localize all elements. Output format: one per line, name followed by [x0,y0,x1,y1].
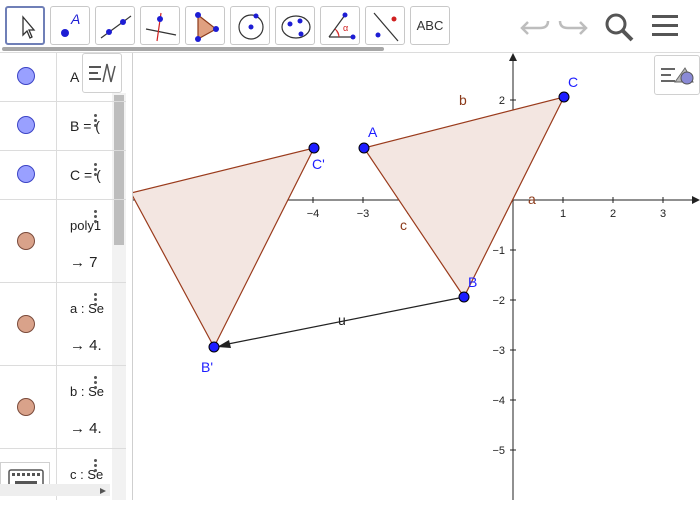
search-icon[interactable] [602,10,636,44]
x-axis-arrow [692,196,700,204]
algebra-row-segment-a[interactable]: a : Se → 4. [0,283,126,366]
y-tick-label: −1 [492,245,505,257]
y-tick-label: −4 [492,395,505,407]
polygon-tool-button[interactable] [185,6,225,45]
algebra-description-icon [89,63,116,83]
perpendicular-line-tool-button[interactable] [140,6,180,45]
algebra-row-b[interactable]: B = ( [0,102,126,151]
visibility-toggle-a[interactable] [17,67,35,85]
y-tick-label: −3 [492,345,505,357]
reflect-tool-button[interactable] [365,6,405,45]
algebra-row-segment-a-text: a : Se [70,301,104,316]
more-options-icon[interactable] [94,210,98,225]
redo-icon[interactable] [556,12,590,40]
x-tick-label: 1 [560,208,566,220]
graphics-canvas[interactable]: −7−6−5−4−3−2−1012321−1−2−3−4−5 A B C C' … [130,53,700,500]
algebra-row-c[interactable]: C = ( [0,151,126,200]
visibility-toggle-poly1[interactable] [17,232,35,250]
angle-icon [328,12,356,40]
style-bar-icon [661,67,694,85]
perpendicular-line-icon [145,12,177,42]
ellipse-icon [281,15,311,39]
visibility-toggle-segment-b[interactable] [17,398,35,416]
point-tool-label: A [71,11,81,27]
algebra-row-segment-a-value: → 4. [70,337,102,354]
angle-tool-button[interactable]: α [320,6,360,45]
point-a[interactable] [358,142,370,154]
point-b-prime[interactable] [208,341,220,353]
y-tick-label: −2 [492,295,505,307]
toolbar: A α ABC [0,0,700,53]
algebra-row-segment-b-value: → 4. [70,420,102,437]
cursor-arrow-icon [22,15,36,39]
y-tick-label: −5 [492,445,505,457]
algebra-view-style-toggle[interactable] [82,53,122,93]
algebra-horizontal-scrollbar[interactable] [0,484,110,496]
toolbar-scrollbar[interactable] [2,47,384,51]
label-point-b-prime: B' [201,359,213,375]
circle-tool-button[interactable] [230,6,270,45]
point-tool-button[interactable]: A [50,6,90,45]
graphics-style-bar-toggle[interactable] [654,55,700,95]
label-point-a: A [368,124,378,140]
polygon-translated[interactable] [130,147,316,349]
conic-tool-button[interactable] [275,6,315,45]
x-tick-label: −4 [307,208,320,220]
visibility-toggle-segment-a[interactable] [17,315,35,333]
label-vector-u: u [338,312,346,328]
angle-tool-label: α [343,23,349,33]
algebra-row-a-text: A [70,69,80,85]
text-tool-button[interactable]: ABC [410,6,450,45]
more-options-icon[interactable] [94,163,98,178]
move-tool-button[interactable] [5,6,45,45]
algebra-row-segment-c-text: c : Se [70,467,104,482]
point-c-prime[interactable] [308,142,320,154]
visibility-toggle-c[interactable] [17,165,35,183]
more-options-icon[interactable] [94,376,98,391]
x-tick-label: −3 [357,208,370,220]
reflect-about-line-icon [373,12,399,42]
label-segment-a: a [528,191,536,207]
y-tick-label: 2 [499,95,505,107]
algebra-row-segment-b[interactable]: b : Se → 4. [0,366,126,449]
more-options-icon[interactable] [94,293,98,308]
label-segment-b: b [459,92,467,108]
more-options-icon[interactable] [94,459,98,474]
algebra-row-poly1-value: → 7 [70,254,98,271]
hamburger-menu-icon[interactable] [650,12,682,40]
polygon-icon [195,12,219,42]
line-through-points-icon [100,15,132,39]
algebra-row-poly1[interactable]: poly1 → 7 [0,200,126,283]
point-c[interactable] [558,91,570,103]
x-tick-label: 3 [660,208,666,220]
label-point-c-prime: C' [312,156,325,172]
scroll-right-arrow-icon [100,488,106,494]
x-tick-label: 2 [610,208,616,220]
algebra-row-segment-b-text: b : Se [70,384,104,399]
more-options-icon[interactable] [94,114,98,129]
circle-icon [238,13,264,40]
label-point-b: B [468,274,477,290]
label-point-c: C [568,74,578,90]
point-b[interactable] [458,291,470,303]
visibility-toggle-b[interactable] [17,116,35,134]
undo-icon[interactable] [518,12,552,40]
algebra-view: A B = ( C = ( poly1 → 7 a : Se → 4. b : … [0,53,133,500]
graphics-view[interactable]: −7−6−5−4−3−2−1012321−1−2−3−4−5 A B C C' … [130,53,700,500]
text-tool-label: ABC [416,18,444,33]
line-tool-button[interactable] [95,6,135,45]
y-axis-arrow [509,53,517,61]
label-segment-c: c [400,217,407,233]
